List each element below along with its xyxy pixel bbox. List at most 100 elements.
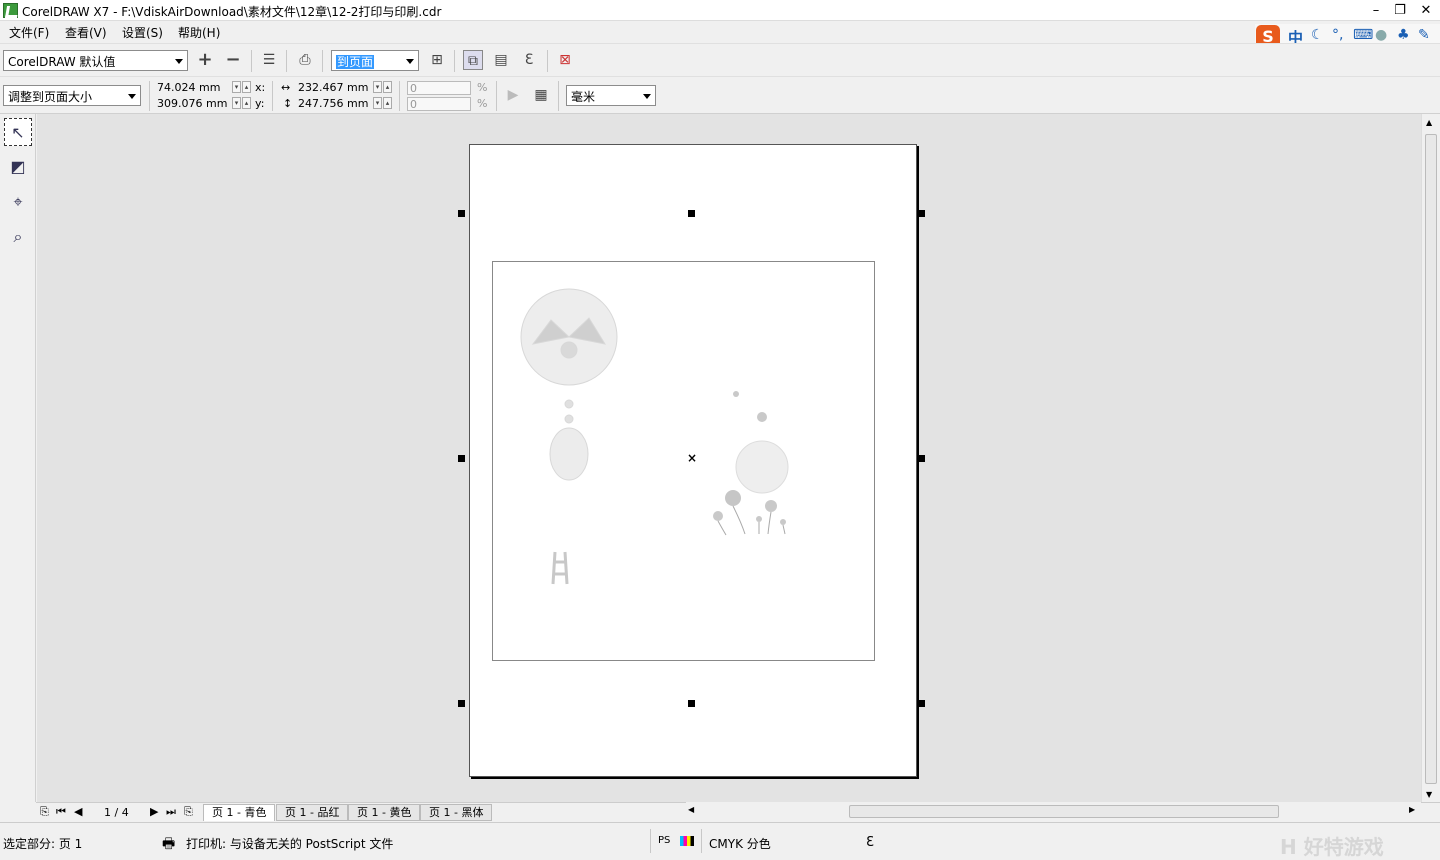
printer-status[interactable]: 打印机: 与设备无关的 PostScript 文件 [186, 835, 393, 852]
zoom-value: 到页面 [336, 55, 375, 69]
chevron-down-icon [128, 94, 136, 99]
selection-handle[interactable] [458, 455, 465, 462]
user-icon[interactable]: ● [1375, 27, 1387, 43]
scroll-right-icon[interactable]: ▶ [1409, 805, 1415, 814]
selection-handle[interactable] [918, 700, 925, 707]
menu-file[interactable]: 文件(F) [9, 24, 49, 41]
wrench-icon[interactable]: ✎ [1418, 27, 1430, 43]
percent-label: % [477, 97, 488, 110]
layout-icon[interactable]: ▦ [531, 85, 551, 105]
scroll-down-icon[interactable]: ▼ [1426, 790, 1432, 799]
artwork-frame[interactable] [492, 261, 875, 661]
y-spin-down-button[interactable]: ▾ [232, 97, 241, 109]
size-mode-dropdown[interactable]: 调整到页面大小 [3, 85, 141, 106]
width-icon: ↔ [281, 81, 291, 94]
height-spin-down-button[interactable]: ▾ [373, 97, 382, 109]
vertical-scroll-thumb[interactable] [1425, 134, 1437, 784]
x-label: x: [255, 81, 266, 94]
separator [322, 50, 323, 72]
separator [454, 50, 455, 72]
invert-icon[interactable]: ▤ [491, 50, 511, 70]
selection-handle[interactable] [918, 210, 925, 217]
height-spin-up-button[interactable]: ▴ [383, 97, 392, 109]
preset-dropdown[interactable]: CorelDRAW 默认值 [3, 50, 188, 71]
zoom-dropdown[interactable]: 到页面 [331, 50, 419, 71]
add-preset-button[interactable]: + [195, 50, 215, 70]
tab-cyan[interactable]: 页 1 - 青色 [203, 804, 276, 821]
page-last-insert-icon[interactable]: ⎘ [184, 805, 193, 819]
prev-page-icon[interactable]: ◀ [74, 805, 82, 818]
x-spin-up-button[interactable]: ▴ [242, 81, 251, 93]
close-preview-icon[interactable]: ⊠ [555, 50, 575, 70]
separator [496, 81, 497, 111]
y-spin-up-button[interactable]: ▴ [242, 97, 251, 109]
first-page-icon[interactable]: ⏮ [56, 805, 66, 819]
tab-magenta[interactable]: 页 1 - 品红 [276, 804, 349, 821]
preview-canvas[interactable]: × [37, 114, 1421, 802]
selection-handle[interactable] [688, 210, 695, 217]
last-page-icon[interactable]: ⏭ [166, 805, 176, 819]
marks-placement-tool-icon[interactable]: ⌖ [4, 188, 32, 216]
scroll-left-icon[interactable]: ◀ [688, 805, 694, 814]
separator [558, 81, 559, 111]
width-spin-up-button[interactable]: ▴ [383, 81, 392, 93]
keyboard-icon[interactable]: ⌨ [1353, 27, 1373, 43]
zoom-tool-icon[interactable]: ⌕ [4, 223, 32, 251]
remove-preset-button[interactable]: − [223, 50, 243, 70]
dandelion-flower [725, 490, 741, 506]
skin-icon[interactable]: ♣ [1397, 27, 1410, 43]
imposition-tool-icon[interactable]: ◩ [4, 153, 32, 181]
menu-help[interactable]: 帮助(H) [178, 24, 220, 41]
width-field[interactable]: 232.467 mm [298, 81, 368, 94]
selection-handle[interactable] [458, 210, 465, 217]
close-button[interactable]: ✕ [1416, 2, 1436, 19]
units-dropdown[interactable]: 毫米 [566, 85, 656, 106]
separator [399, 81, 400, 111]
horizontal-scrollbar[interactable]: ◀ ▶ [686, 802, 1421, 821]
pick-tool-icon[interactable]: ↖ [4, 118, 32, 146]
scroll-up-icon[interactable]: ▲ [1426, 118, 1432, 127]
moon-icon[interactable]: ☾ [1311, 27, 1324, 43]
height-icon: ↕ [283, 97, 293, 110]
minimize-button[interactable]: – [1366, 2, 1386, 19]
page-first-insert-icon[interactable]: ⎘ [40, 805, 49, 819]
printer-icon: 🖶 [162, 836, 176, 852]
separation-status[interactable]: CMYK 分色 [709, 835, 771, 852]
width-spin-down-button[interactable]: ▾ [373, 81, 382, 93]
print-icon[interactable]: ⎙ [295, 50, 315, 70]
dandelion-seed [733, 391, 739, 397]
center-marker-icon[interactable]: × [687, 451, 697, 465]
y-position-field[interactable]: 309.076 mm [157, 97, 227, 110]
full-screen-preview-icon[interactable]: ⊞ [427, 50, 447, 70]
units-value: 毫米 [571, 90, 596, 104]
postscript-icon: PS [658, 835, 671, 846]
separator [701, 829, 702, 853]
x-spin-down-button[interactable]: ▾ [232, 81, 241, 93]
mirror-icon[interactable]: Ɛ [519, 50, 539, 70]
selection-handle[interactable] [918, 455, 925, 462]
ladder-icon [551, 551, 569, 585]
selection-handle[interactable] [688, 700, 695, 707]
tab-yellow[interactable]: 页 1 - 黄色 [348, 804, 421, 821]
separations-icon[interactable]: ⧉ [463, 50, 483, 70]
scale-y-field[interactable]: 0 [407, 97, 471, 111]
mirror-status-icon[interactable]: Ɛ [866, 835, 874, 850]
status-bar: 选定部分: 页 1 🖶 打印机: 与设备无关的 PostScript 文件 PS… [0, 822, 1440, 859]
menu-view[interactable]: 查看(V) [65, 24, 107, 41]
cmyk-swatch-icon [680, 836, 694, 846]
tab-black[interactable]: 页 1 - 黑体 [420, 804, 493, 821]
print-options-icon[interactable]: ☰ [259, 50, 279, 70]
selection-handle[interactable] [458, 700, 465, 707]
horizontal-scroll-thumb[interactable] [849, 805, 1279, 818]
separator [149, 81, 150, 111]
height-field[interactable]: 247.756 mm [298, 97, 368, 110]
scale-x-field[interactable]: 0 [407, 81, 471, 95]
separator [251, 50, 252, 72]
punctuation-icon[interactable]: °, [1332, 27, 1343, 43]
vertical-scrollbar[interactable]: ▲ ▼ [1421, 114, 1440, 802]
next-page-icon[interactable]: ▶ [150, 805, 158, 818]
menu-settings[interactable]: 设置(S) [122, 24, 163, 41]
play-icon[interactable]: ▶ [503, 85, 523, 105]
x-position-field[interactable]: 74.024 mm [157, 81, 220, 94]
restore-button[interactable]: ❐ [1390, 2, 1410, 19]
